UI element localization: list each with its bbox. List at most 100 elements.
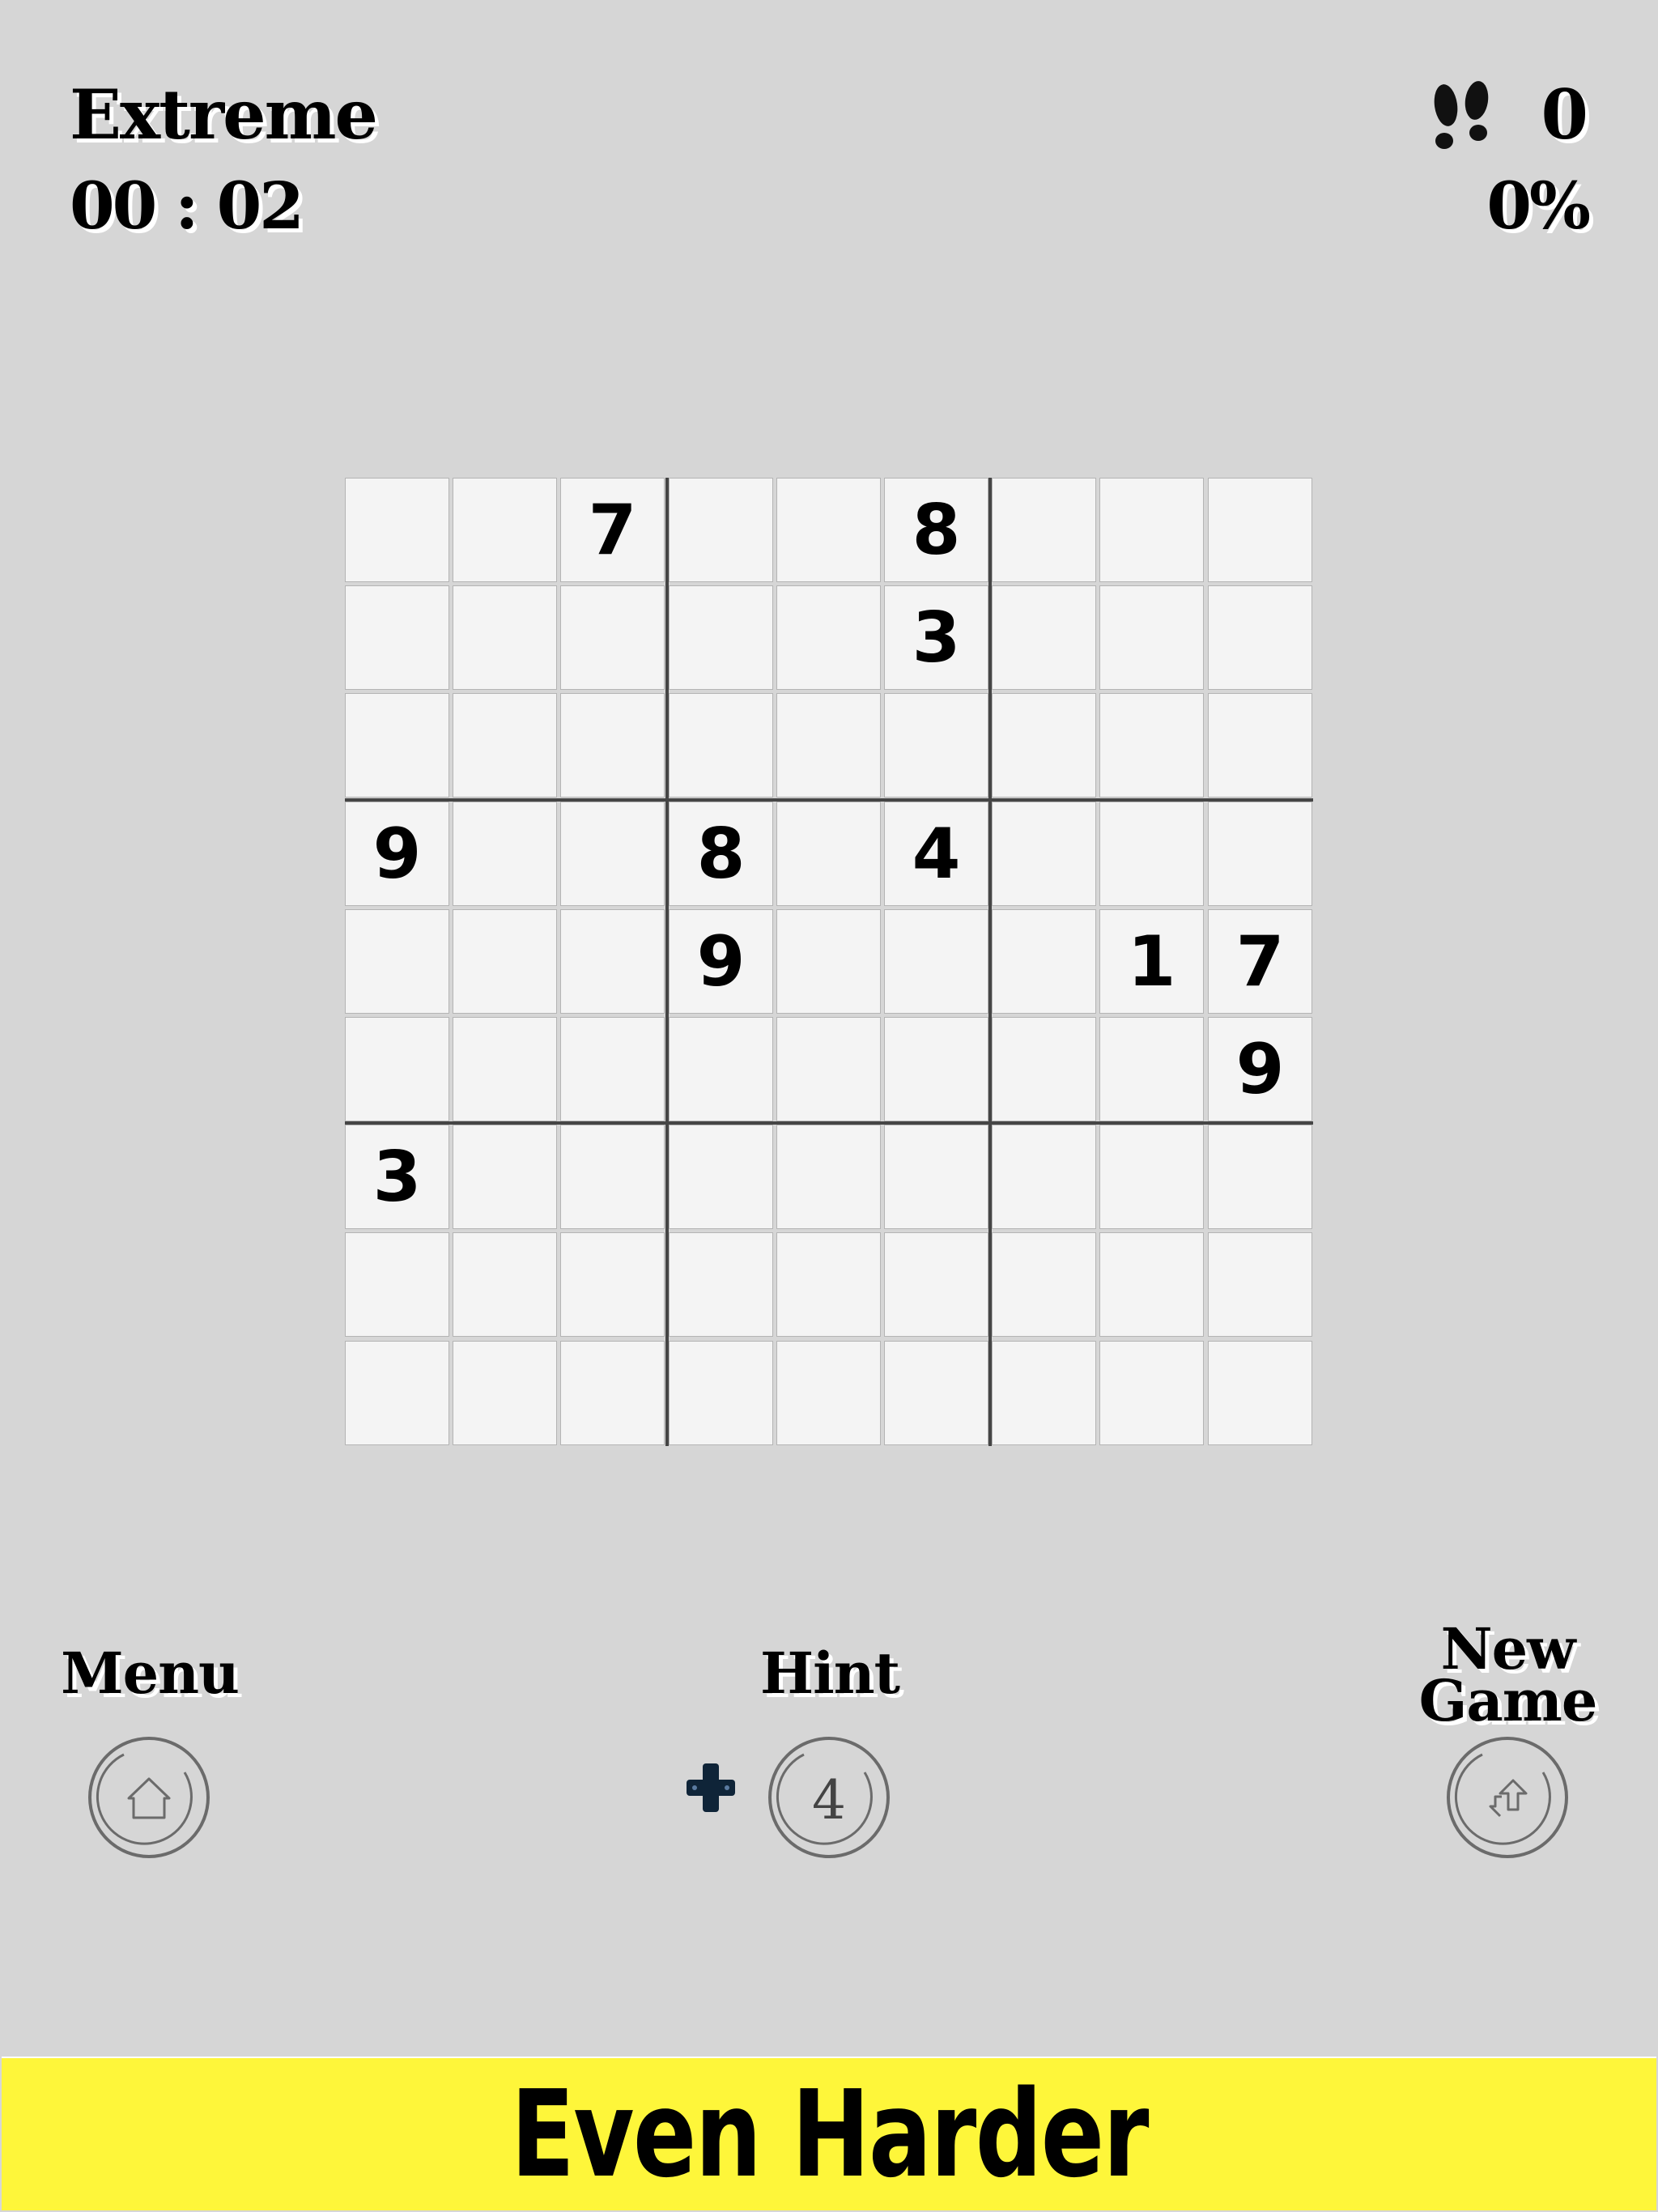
sudoku-cell[interactable] (776, 1017, 881, 1121)
sudoku-cell[interactable]: 1 (1099, 909, 1204, 1014)
promo-banner[interactable]: Even Harder (2, 2057, 1656, 2210)
hint-button[interactable]: 4 (768, 1737, 890, 1858)
sudoku-cell[interactable] (453, 1125, 557, 1229)
sudoku-cell[interactable] (560, 693, 665, 798)
sudoku-cell[interactable] (992, 478, 1096, 582)
sudoku-cell[interactable] (669, 693, 773, 798)
sudoku-cell[interactable] (669, 478, 773, 582)
progress-percent: 0% (1486, 168, 1591, 244)
sudoku-cell[interactable] (560, 909, 665, 1014)
sudoku-cell[interactable] (992, 1017, 1096, 1121)
sudoku-cell[interactable] (560, 1017, 665, 1121)
sudoku-cell[interactable] (345, 585, 449, 690)
box-divider-horizontal (345, 1121, 1313, 1125)
sudoku-cell[interactable] (1099, 693, 1204, 798)
sudoku-cell[interactable] (1208, 693, 1312, 798)
box-divider-vertical (988, 478, 992, 1446)
sudoku-cell[interactable] (669, 585, 773, 690)
sudoku-cell[interactable] (884, 1125, 988, 1229)
sudoku-cell[interactable] (560, 585, 665, 690)
sudoku-cell[interactable] (345, 1341, 449, 1445)
sudoku-cell[interactable] (1099, 802, 1204, 906)
sudoku-cell[interactable] (884, 909, 988, 1014)
sudoku-cell[interactable] (669, 1125, 773, 1229)
sudoku-cell[interactable] (776, 909, 881, 1014)
sudoku-cell[interactable] (884, 693, 988, 798)
sudoku-cell[interactable] (453, 1232, 557, 1337)
plus-icon[interactable] (685, 1762, 737, 1814)
sudoku-cell[interactable] (1208, 1232, 1312, 1337)
sudoku-cell[interactable] (453, 1341, 557, 1445)
sudoku-cell[interactable] (776, 1341, 881, 1445)
sudoku-cell[interactable] (992, 585, 1096, 690)
sudoku-cell[interactable] (669, 1341, 773, 1445)
sudoku-cell[interactable] (884, 1017, 988, 1121)
sudoku-cell[interactable] (1099, 1017, 1204, 1121)
sudoku-cell[interactable] (992, 693, 1096, 798)
sudoku-cell[interactable]: 4 (884, 802, 988, 906)
sudoku-cell[interactable] (1099, 1232, 1204, 1337)
sudoku-cell[interactable]: 8 (884, 478, 988, 582)
sudoku-cell[interactable] (453, 802, 557, 906)
sudoku-cell[interactable] (560, 1125, 665, 1229)
sudoku-cell[interactable] (1208, 1125, 1312, 1229)
sudoku-cell[interactable] (453, 585, 557, 690)
sudoku-cell[interactable]: 3 (345, 1125, 449, 1229)
menu-label: Menu (61, 1640, 240, 1707)
banner-text: Even Harder (510, 2065, 1149, 2204)
timer: 00 : 02 (70, 168, 304, 244)
sudoku-cell[interactable] (776, 478, 881, 582)
sudoku-cell[interactable]: 9 (669, 909, 773, 1014)
sudoku-cell[interactable] (776, 693, 881, 798)
box-divider-vertical (665, 478, 669, 1446)
sudoku-cell[interactable] (1099, 585, 1204, 690)
sudoku-cell[interactable] (776, 1125, 881, 1229)
sudoku-cell[interactable] (1099, 1125, 1204, 1229)
sudoku-cell[interactable]: 7 (1208, 909, 1312, 1014)
sudoku-cell[interactable] (1208, 478, 1312, 582)
sudoku-cell[interactable]: 7 (560, 478, 665, 582)
menu-button[interactable] (88, 1737, 210, 1858)
sudoku-cell[interactable]: 9 (345, 802, 449, 906)
sudoku-cell[interactable] (669, 1232, 773, 1337)
sudoku-cell[interactable]: 3 (884, 585, 988, 690)
sudoku-cell[interactable] (992, 1341, 1096, 1445)
sudoku-board: 78398491793 (345, 478, 1313, 1446)
sudoku-cell[interactable] (776, 585, 881, 690)
sudoku-cell[interactable] (776, 1232, 881, 1337)
sudoku-cell[interactable] (345, 1232, 449, 1337)
sudoku-cell[interactable] (453, 1017, 557, 1121)
sudoku-cell[interactable] (560, 1232, 665, 1337)
sudoku-cell[interactable] (1208, 802, 1312, 906)
sudoku-cell[interactable] (453, 478, 557, 582)
sudoku-cell[interactable] (884, 1341, 988, 1445)
home-icon (127, 1777, 171, 1819)
sudoku-cell[interactable] (992, 909, 1096, 1014)
sudoku-cell[interactable] (345, 909, 449, 1014)
sudoku-cell[interactable] (345, 478, 449, 582)
sudoku-cell[interactable] (1208, 1341, 1312, 1445)
sudoku-cell[interactable] (453, 693, 557, 798)
sudoku-cell[interactable] (884, 1232, 988, 1337)
sudoku-cell[interactable]: 9 (1208, 1017, 1312, 1121)
sudoku-cell[interactable] (345, 693, 449, 798)
steps-count: 0 (1541, 74, 1588, 155)
refresh-arrow-icon (1489, 1779, 1528, 1818)
sudoku-cell[interactable] (345, 1017, 449, 1121)
sudoku-cell[interactable] (992, 1232, 1096, 1337)
sudoku-cell[interactable] (992, 1125, 1096, 1229)
new-game-label: New Game (1409, 1621, 1607, 1729)
sudoku-cell[interactable] (1099, 1341, 1204, 1445)
sudoku-cell[interactable] (560, 802, 665, 906)
sudoku-cell[interactable] (992, 802, 1096, 906)
sudoku-cell[interactable] (1208, 585, 1312, 690)
hint-count: 4 (812, 1769, 846, 1831)
sudoku-cell[interactable] (1099, 478, 1204, 582)
sudoku-cell[interactable]: 8 (669, 802, 773, 906)
footprints-icon (1434, 81, 1489, 149)
sudoku-cell[interactable] (560, 1341, 665, 1445)
sudoku-cell[interactable] (453, 909, 557, 1014)
new-game-button[interactable] (1447, 1737, 1568, 1858)
sudoku-cell[interactable] (776, 802, 881, 906)
sudoku-cell[interactable] (669, 1017, 773, 1121)
